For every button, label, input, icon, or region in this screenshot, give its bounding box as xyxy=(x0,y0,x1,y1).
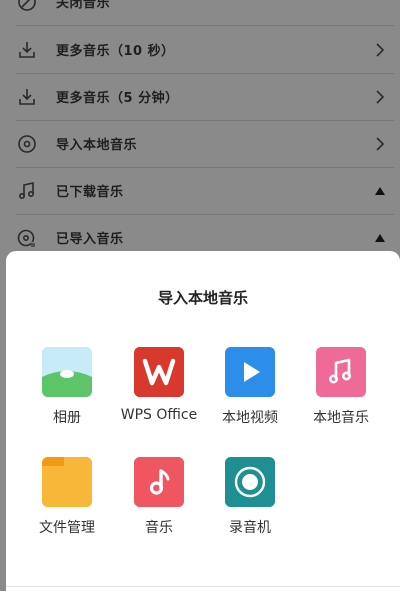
disc-import-icon xyxy=(16,227,38,249)
list-item-label: 已下载音乐 xyxy=(56,185,124,200)
app-file-manager[interactable]: 文件管理 xyxy=(17,457,117,553)
play-icon xyxy=(225,347,275,397)
list-item-label: 更多音乐（10 秒） xyxy=(56,44,175,59)
music-note-icon xyxy=(16,180,38,202)
import-music-sheet: 导入本地音乐 相册 WPS Office 本地视频 本地音乐 文件管理 音乐 录… xyxy=(6,251,400,591)
list-item-label: 关闭音乐 xyxy=(56,0,111,11)
download-icon xyxy=(16,39,38,61)
chevron-right-icon xyxy=(372,136,388,152)
list-item-label: 已导入音乐 xyxy=(56,232,124,247)
app-label: 相册 xyxy=(53,410,81,426)
app-local-music[interactable]: 本地音乐 xyxy=(291,347,391,443)
divider xyxy=(6,586,400,587)
recorder-icon xyxy=(225,457,275,507)
app-local-video[interactable]: 本地视频 xyxy=(200,347,300,443)
list-item-import-local-music[interactable]: 导入本地音乐 xyxy=(0,120,400,167)
list-item-downloaded-music[interactable]: 已下载音乐 xyxy=(0,167,400,214)
wps-icon xyxy=(134,347,184,397)
app-label: 音乐 xyxy=(145,520,173,536)
list-item-more-music-10s[interactable]: 更多音乐（10 秒） xyxy=(0,26,400,73)
sheet-title: 导入本地音乐 xyxy=(157,289,248,307)
triangle-up-icon[interactable] xyxy=(372,183,388,199)
download-icon xyxy=(16,86,38,108)
app-gallery[interactable]: 相册 xyxy=(17,347,117,443)
list-item-close-music[interactable]: 关闭音乐 xyxy=(0,0,400,25)
music-icon xyxy=(316,347,366,397)
app-label: WPS Office xyxy=(120,407,198,423)
music-note-icon xyxy=(134,457,184,507)
triangle-up-icon[interactable] xyxy=(372,230,388,246)
chevron-right-icon xyxy=(372,42,388,58)
app-label: 本地视频 xyxy=(222,410,278,426)
list-item-more-music-5min[interactable]: 更多音乐（5 分钟） xyxy=(0,73,400,120)
app-label: 录音机 xyxy=(229,520,271,536)
list-item-label: 导入本地音乐 xyxy=(56,138,138,153)
app-label: 本地音乐 xyxy=(313,410,369,426)
no-music-icon xyxy=(16,0,38,13)
folder-icon xyxy=(42,457,92,507)
app-recorder[interactable]: 录音机 xyxy=(200,457,300,553)
music-options-list: 关闭音乐 更多音乐（10 秒） 更多音乐（5 分钟） 导入本地音乐 已下载音乐 … xyxy=(0,0,400,270)
gallery-icon xyxy=(42,347,92,397)
app-label: 文件管理 xyxy=(39,520,95,536)
list-item-label: 更多音乐（5 分钟） xyxy=(56,91,179,106)
disc-icon xyxy=(16,133,38,155)
chevron-right-icon xyxy=(372,89,388,105)
app-wps-office[interactable]: WPS Office xyxy=(109,347,209,443)
app-music[interactable]: 音乐 xyxy=(109,457,209,553)
